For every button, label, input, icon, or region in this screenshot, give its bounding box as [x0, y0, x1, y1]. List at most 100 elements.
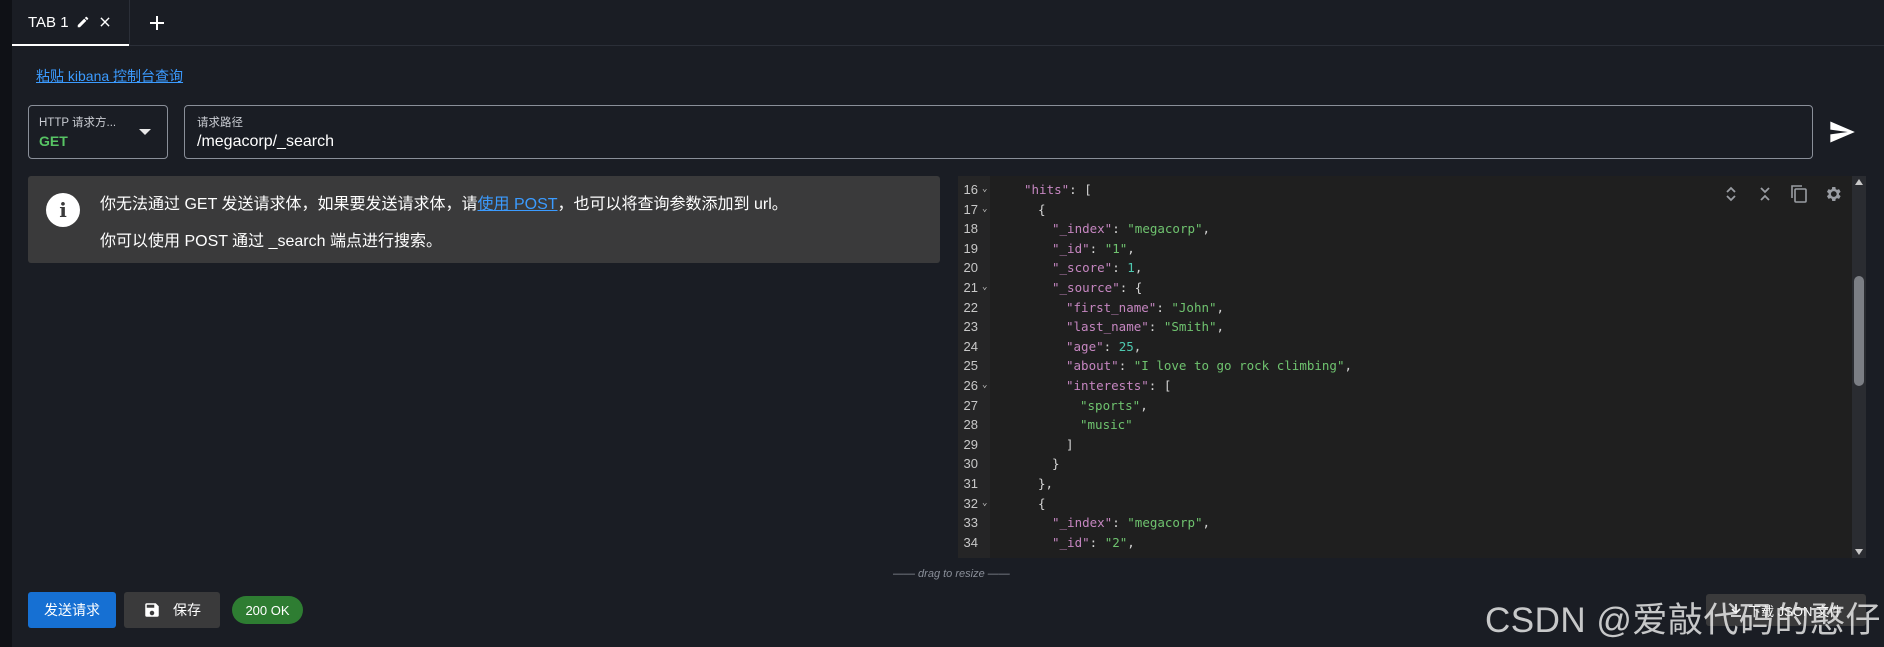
- code-line: 33 "_index": "megacorp",: [958, 513, 1818, 533]
- line-number: 18: [963, 221, 978, 237]
- json-key: "hits": [1024, 182, 1070, 197]
- line-number: 30: [963, 456, 978, 472]
- code-lines: 16 ⌄ "hits": [ 17 ⌄{ 18 "_index": "megacorp"…: [958, 180, 1818, 552]
- use-post-link[interactable]: 使用 POST: [478, 196, 558, 213]
- line-number: 28: [963, 417, 978, 433]
- code-line: 24 "age": 25,: [958, 337, 1818, 357]
- line-number: 16: [963, 182, 978, 197]
- json-key: "_index": [1052, 221, 1113, 237]
- json-string: "John": [1171, 299, 1217, 315]
- expand-all-icon[interactable]: [1721, 184, 1741, 204]
- json-number: 1: [1127, 260, 1135, 276]
- json-string: "1": [1104, 240, 1128, 256]
- fold-icon[interactable]: ⌄: [982, 494, 987, 514]
- response-editor[interactable]: 16 ⌄ "hits": [ 17 ⌄{ 18 "_index": "megacorp"…: [958, 176, 1853, 558]
- fold-icon[interactable]: ⌄: [982, 376, 987, 396]
- code-line: 17 ⌄{: [958, 200, 1818, 220]
- info-icon: i: [46, 193, 80, 227]
- line-number: 34: [963, 534, 978, 550]
- send-request-button[interactable]: 发送请求: [28, 592, 116, 628]
- code-line: 21 ⌄ "_source": {: [958, 278, 1818, 298]
- save-label: 保存: [173, 602, 201, 618]
- tab-label: TAB 1: [28, 13, 69, 31]
- alert-line-2: 你可以使用 POST 通过 _search 端点进行搜索。: [100, 233, 442, 250]
- json-key: "_id": [1052, 534, 1090, 550]
- line-number: 22: [963, 299, 978, 315]
- request-path-input[interactable]: [197, 133, 1800, 151]
- code-line: 27 "sports",: [958, 396, 1818, 416]
- request-path-field[interactable]: 请求路径: [184, 105, 1813, 159]
- json-key: "_score": [1052, 260, 1113, 276]
- code-line: 32 ⌄{: [958, 494, 1818, 514]
- json-key: "about": [1066, 358, 1119, 374]
- json-string: "megacorp": [1127, 515, 1203, 531]
- copy-icon[interactable]: [1789, 184, 1809, 204]
- code-line: 34 "_id": "2",: [958, 533, 1818, 553]
- tab-bar: TAB 1: [12, 0, 1884, 46]
- json-string: "I love to go rock climbing": [1133, 358, 1345, 374]
- code-line: 26 ⌄ "interests": [: [958, 376, 1818, 396]
- send-icon[interactable]: [1828, 118, 1856, 146]
- editor-scrollbar[interactable]: [1852, 176, 1866, 558]
- json-key: "interests": [1066, 377, 1149, 393]
- code-line: 20 "_score": 1,: [958, 258, 1818, 278]
- code-line: 31},: [958, 474, 1818, 494]
- json-key: "_index": [1052, 515, 1113, 531]
- code-line: 28 "music": [958, 415, 1818, 435]
- chevron-down-icon: [139, 129, 151, 135]
- json-number: 25: [1118, 338, 1134, 354]
- json-string: "sports": [1080, 397, 1141, 413]
- status-badge: 200 OK: [232, 596, 303, 624]
- json-key: "first_name": [1066, 299, 1157, 315]
- json-string: "2": [1104, 534, 1128, 550]
- info-alert: i 你无法通过 GET 发送请求体，如果要发送请求体，请使用 POST，也可以将…: [28, 176, 940, 263]
- fold-icon[interactable]: ⌄: [982, 180, 987, 200]
- alert-text: ，也可以将查询参数添加到 url。: [557, 196, 788, 213]
- line-number: 27: [963, 397, 978, 413]
- line-number: 24: [963, 338, 978, 354]
- json-string: "music": [1080, 417, 1133, 433]
- line-number: 31: [963, 475, 978, 491]
- code-line: 30}: [958, 454, 1818, 474]
- line-number: 19: [963, 240, 978, 256]
- json-key: "age": [1066, 338, 1104, 354]
- code-line: 29]: [958, 435, 1818, 455]
- http-method-select[interactable]: HTTP 请求方... GET: [28, 105, 168, 159]
- method-value: GET: [39, 133, 68, 149]
- alert-text: 你无法通过 GET 发送请求体，如果要发送请求体，请: [100, 196, 478, 213]
- method-label: HTTP 请求方...: [39, 117, 117, 129]
- close-icon[interactable]: [97, 14, 113, 30]
- pencil-icon[interactable]: [75, 14, 91, 30]
- alert-line-1: 你无法通过 GET 发送请求体，如果要发送请求体，请使用 POST，也可以将查询…: [100, 190, 788, 214]
- fold-icon[interactable]: ⌄: [982, 278, 987, 298]
- fold-icon[interactable]: ⌄: [982, 200, 987, 220]
- drag-resize-handle[interactable]: —— drag to resize ——: [893, 568, 1010, 580]
- gear-icon[interactable]: [1823, 184, 1843, 204]
- code-line: 18 "_index": "megacorp",: [958, 219, 1818, 239]
- scroll-down-arrow[interactable]: [1855, 549, 1863, 555]
- code-line: 19 "_id": "1",: [958, 239, 1818, 259]
- scroll-up-arrow[interactable]: [1855, 179, 1863, 185]
- line-number: 20: [963, 260, 978, 276]
- code-line: 22 "first_name": "John",: [958, 298, 1818, 318]
- line-number: 23: [963, 319, 978, 335]
- line-number: 17: [963, 201, 978, 217]
- save-icon: [145, 603, 159, 617]
- line-number: 33: [963, 515, 978, 531]
- json-key: "last_name": [1066, 319, 1149, 335]
- add-tab-button[interactable]: [130, 0, 184, 46]
- tab-1[interactable]: TAB 1: [12, 0, 129, 46]
- collapse-all-icon[interactable]: [1755, 184, 1775, 204]
- json-string: "megacorp": [1127, 221, 1203, 237]
- left-edge-strip: [0, 0, 12, 647]
- line-number: 26: [963, 377, 978, 393]
- save-button[interactable]: 保存: [124, 592, 220, 628]
- paste-kibana-link[interactable]: 粘贴 kibana 控制台查询: [36, 66, 183, 86]
- line-number: 25: [963, 358, 978, 374]
- line-number: 29: [963, 436, 978, 452]
- plus-icon: [149, 16, 164, 30]
- scroll-thumb[interactable]: [1854, 276, 1864, 386]
- code-line: 25 "about": "I love to go rock climbing",: [958, 356, 1818, 376]
- editor-toolbar: [1721, 184, 1853, 204]
- code-line: 23 "last_name": "Smith",: [958, 317, 1818, 337]
